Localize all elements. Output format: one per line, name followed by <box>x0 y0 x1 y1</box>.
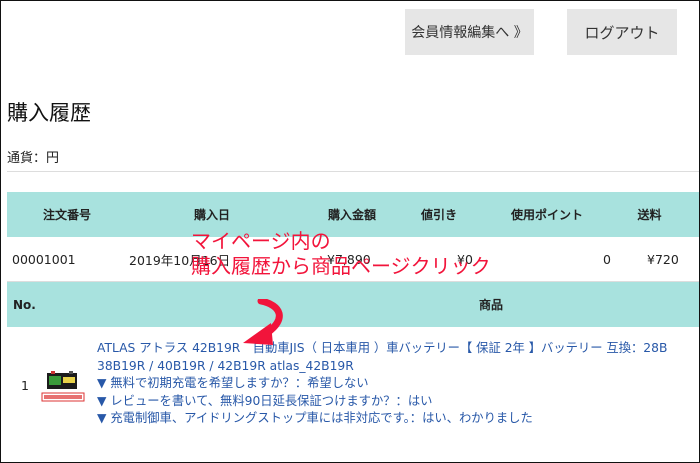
product-row: 1 ATLAS アトラス 42B19R 自動車JIS（ 日本車用 ）車バッテリー… <box>7 327 699 443</box>
divider <box>7 171 699 172</box>
logout-button[interactable]: ログアウト <box>567 9 677 55</box>
item-number: 1 <box>21 377 29 393</box>
column-no: No. <box>13 297 36 312</box>
annotation-line-2: 購入履歴から商品ページクリック <box>191 254 491 278</box>
items-table-header: No. 商品 <box>7 282 699 327</box>
column-shipping: 送料 <box>637 208 662 222</box>
page-title: 購入履歴 <box>7 101 91 125</box>
product-name-link-cont[interactable]: 38B19R / 40B19R / 42B19R atlas_42B19R <box>97 358 697 376</box>
red-annotation: マイページ内の 購入履歴から商品ページクリック <box>191 229 491 279</box>
order-number: 00001001 <box>12 251 76 267</box>
product-name-link[interactable]: ATLAS アトラス 42B19R 自動車JIS（ 日本車用 ）車バッテリー【 … <box>97 340 697 358</box>
column-product: 商品 <box>479 298 504 312</box>
edit-member-info-button[interactable]: 会員情報編集へ 》 <box>405 9 534 55</box>
shipping-value: ¥720 <box>647 251 679 267</box>
column-points-used: 使用ポイント <box>510 208 583 222</box>
option-idle-stop-notice: ▼ 充電制御車、アイドリングストップ車には非対応です。：はい、わかりました <box>97 411 533 425</box>
annotation-line-1: マイページ内の <box>191 229 331 253</box>
option-initial-charge: ▼ 無料で初期充電を希望しますか？：希望しない <box>97 376 369 390</box>
points-used-value: 0 <box>603 251 611 267</box>
currency-label: 通貨：円 <box>7 151 60 166</box>
red-arrow-icon <box>243 299 283 345</box>
column-order-number: 注文番号 <box>42 208 91 222</box>
option-extended-warranty: ▼ レビューを書いて、無料90日延長保証つけますか？：はい <box>97 393 433 408</box>
product-thumbnail[interactable] <box>41 369 85 407</box>
product-details: ATLAS アトラス 42B19R 自動車JIS（ 日本車用 ）車バッテリー【 … <box>97 340 697 428</box>
